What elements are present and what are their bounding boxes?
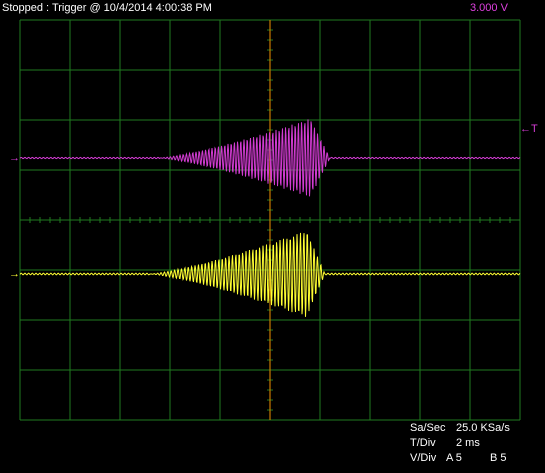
scope-display	[0, 0, 545, 473]
oscilloscope-screen: Stopped : Trigger @ 10/4/2014 4:00:38 PM…	[0, 0, 545, 473]
acquisition-status: Stopped : Trigger @ 10/4/2014 4:00:38 PM	[2, 2, 212, 14]
trigger-level-marker[interactable]: ←T	[520, 123, 538, 135]
volt-div-channel-b: B 5	[490, 452, 507, 464]
trigger-level-readout: 3.000 V	[470, 2, 508, 14]
display-background	[0, 0, 545, 473]
volt-div-channel-a: A 5	[446, 452, 462, 464]
time-div-label: T/Div	[410, 437, 436, 449]
volt-div-label: V/Div	[410, 452, 437, 464]
sample-rate-label: Sa/Sec	[410, 422, 446, 434]
channel-a-ground-marker[interactable]: →	[9, 152, 20, 164]
sample-rate-value: 25.0 KSa/s	[456, 422, 510, 434]
channel-b-ground-marker[interactable]: →	[9, 268, 20, 280]
time-div-value: 2 ms	[456, 437, 480, 449]
